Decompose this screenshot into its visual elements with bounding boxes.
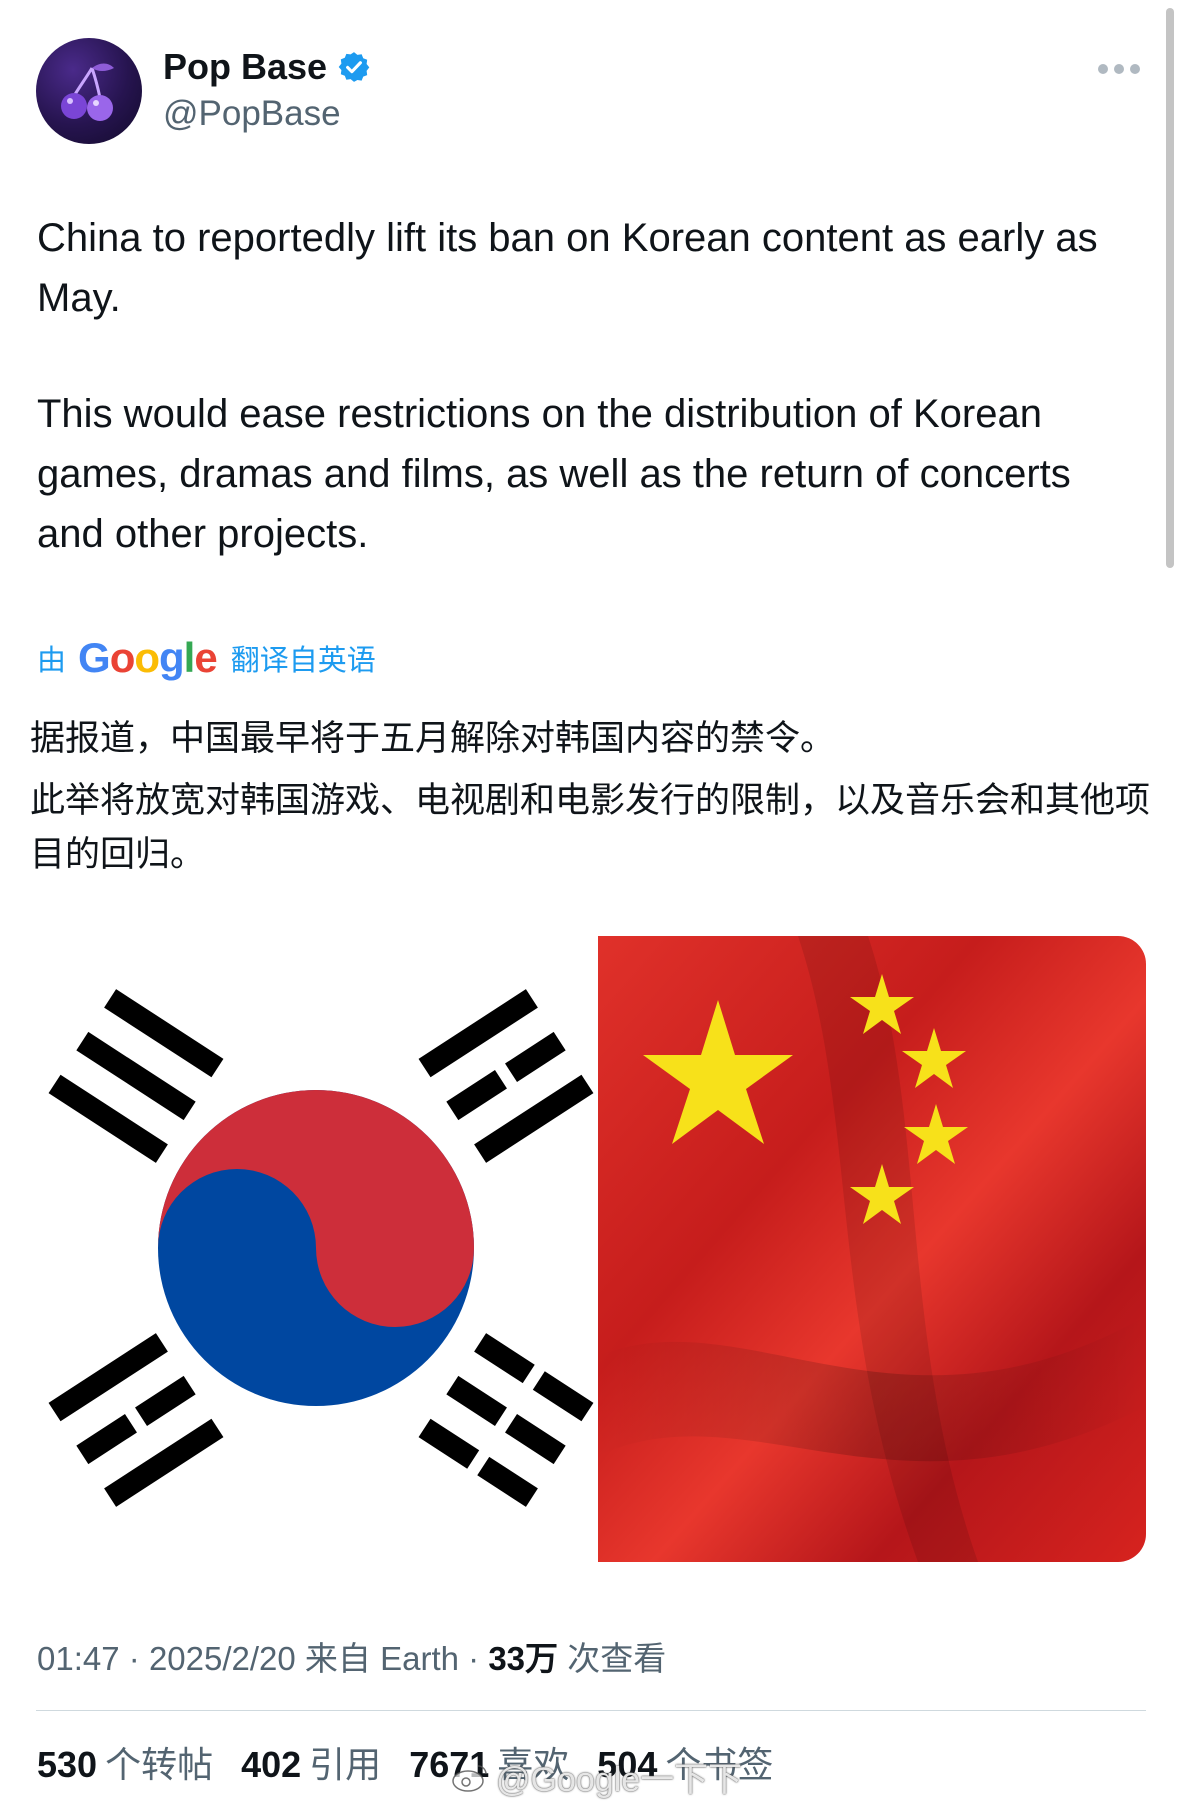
quotes-label: 引用 [309, 1744, 382, 1785]
author-handle[interactable]: @PopBase [163, 94, 341, 134]
tweet-paragraph: This would ease restrictions on the dist… [37, 392, 1071, 556]
tweet-date[interactable]: 2025/2/20 [149, 1640, 296, 1677]
more-options-icon[interactable] [1096, 58, 1142, 80]
quotes-stat[interactable]: 402 引用 [241, 1736, 381, 1788]
translated-paragraph: 据报道，中国最早将于五月解除对韩国内容的禁令。 [30, 719, 836, 758]
display-name[interactable]: Pop Base [163, 46, 327, 88]
tweet-media[interactable] [36, 936, 1146, 1562]
weibo-logo-icon [452, 1764, 487, 1792]
quotes-count: 402 [241, 1744, 302, 1785]
author-name-row[interactable]: Pop Base [163, 46, 371, 88]
tweet-source: 来自 Earth [304, 1640, 459, 1677]
translation-prefix: 由 [37, 645, 67, 677]
tweet-text: China to reportedly lift its ban on Kore… [37, 208, 1147, 564]
reposts-count: 530 [37, 1744, 98, 1785]
reposts-stat[interactable]: 530 个转帖 [37, 1736, 213, 1788]
south-korea-flag-image[interactable] [36, 936, 598, 1562]
taegeuk-icon [158, 1090, 474, 1406]
translation-banner[interactable]: 由 Google 翻译自英语 [37, 634, 376, 682]
translation-suffix: 翻译自英语 [230, 645, 376, 677]
meta-separator: · [468, 1640, 489, 1677]
watermark: @Google一下下 [450, 1752, 742, 1801]
meta-separator: · [128, 1640, 149, 1677]
verified-badge-icon [338, 52, 370, 82]
tweet-paragraph: China to reportedly lift its ban on Kore… [37, 216, 1098, 320]
watermark-text: @Google一下下 [496, 1761, 743, 1799]
google-logo: Google [78, 634, 218, 681]
divider [36, 1710, 1146, 1711]
translated-paragraph: 此举将放宽对韩国游戏、电视剧和电影发行的限制，以及音乐会和其他项目的回归。 [30, 781, 1151, 874]
views-count[interactable]: 33万 [488, 1640, 558, 1677]
tweet-meta: 01:47 · 2025/2/20 来自 Earth · 33万 次查看 [37, 1632, 666, 1680]
reposts-label: 个转帖 [105, 1744, 214, 1785]
china-flag-image[interactable] [598, 936, 1146, 1562]
cherries-icon [61, 63, 114, 121]
avatar[interactable] [36, 38, 142, 144]
tweet-time[interactable]: 01:47 [37, 1640, 120, 1677]
views-label: 次查看 [567, 1640, 667, 1677]
translated-text: 据报道，中国最早将于五月解除对韩国内容的禁令。 此举将放宽对韩国游戏、电视剧和电… [30, 712, 1150, 882]
scrollbar[interactable] [1166, 8, 1174, 568]
